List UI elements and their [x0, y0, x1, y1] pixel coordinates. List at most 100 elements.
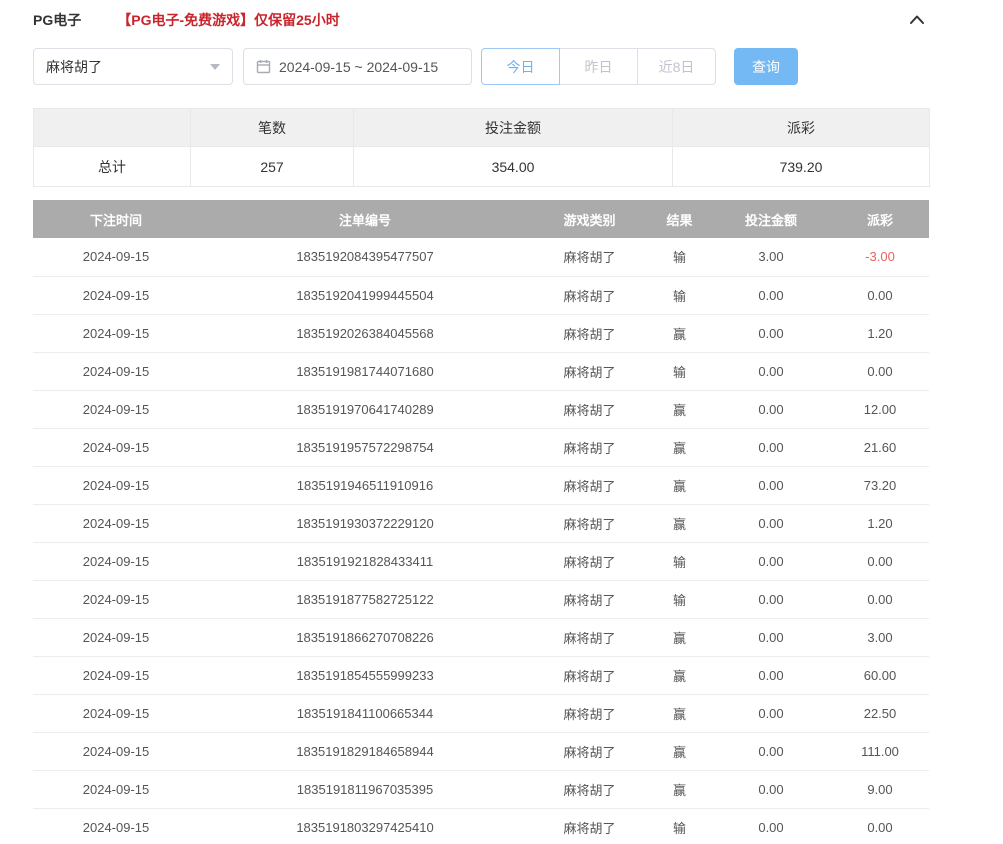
payout: 0.00 [831, 276, 929, 314]
order-id: 1835191803297425410 [199, 808, 531, 844]
bet-time: 2024-09-15 [33, 276, 199, 314]
col-header-order-id: 注单编号 [199, 200, 531, 238]
quick-button-last-8-days[interactable]: 近8日 [637, 48, 716, 85]
panel-title: PG电子 [33, 10, 81, 30]
result: 输 [648, 808, 711, 844]
result: 输 [648, 352, 711, 390]
bet-amount: 0.00 [711, 808, 831, 844]
bet-time: 2024-09-15 [33, 542, 199, 580]
game-type: 麻将胡了 [531, 618, 648, 656]
payout: 22.50 [831, 694, 929, 732]
bet-time: 2024-09-15 [33, 656, 199, 694]
table-row: 2024-09-151835191946511910916麻将胡了赢0.0073… [33, 466, 929, 504]
table-row: 2024-09-151835192084395477507麻将胡了输3.00-3… [33, 238, 929, 276]
result: 赢 [648, 618, 711, 656]
bet-amount: 0.00 [711, 390, 831, 428]
bet-time: 2024-09-15 [33, 770, 199, 808]
result: 赢 [648, 466, 711, 504]
game-type: 麻将胡了 [531, 732, 648, 770]
game-type: 麻将胡了 [531, 542, 648, 580]
game-select-value: 麻将胡了 [46, 57, 102, 77]
result: 赢 [648, 770, 711, 808]
order-id: 1835191946511910916 [199, 466, 531, 504]
col-header-payout: 派彩 [831, 200, 929, 238]
result: 输 [648, 542, 711, 580]
summary-table: 笔数 投注金额 派彩 总计 257 354.00 739.20 [33, 108, 930, 187]
records-body: 2024-09-151835192084395477507麻将胡了输3.00-3… [33, 238, 929, 844]
bet-time: 2024-09-15 [33, 694, 199, 732]
filter-bar: 麻将胡了 2024-09-15 ~ 2024-09-15 今日 昨日 近8日 查… [33, 48, 929, 85]
search-button[interactable]: 查询 [734, 48, 798, 85]
game-type: 麻将胡了 [531, 276, 648, 314]
table-row: 2024-09-151835192026384045568麻将胡了赢0.001.… [33, 314, 929, 352]
bet-time: 2024-09-15 [33, 352, 199, 390]
table-row: 2024-09-151835191829184658944麻将胡了赢0.0011… [33, 732, 929, 770]
order-id: 1835191877582725122 [199, 580, 531, 618]
bet-amount: 0.00 [711, 466, 831, 504]
payout: 0.00 [831, 542, 929, 580]
table-row: 2024-09-151835191841100665344麻将胡了赢0.0022… [33, 694, 929, 732]
bet-amount: 0.00 [711, 276, 831, 314]
order-id: 1835191854555999233 [199, 656, 531, 694]
game-type: 麻将胡了 [531, 238, 648, 276]
bet-amount: 3.00 [711, 238, 831, 276]
table-row: 2024-09-151835191921828433411麻将胡了输0.000.… [33, 542, 929, 580]
payout: 1.20 [831, 314, 929, 352]
bet-amount: 0.00 [711, 542, 831, 580]
table-row: 2024-09-151835191957572298754麻将胡了赢0.0021… [33, 428, 929, 466]
payout: 3.00 [831, 618, 929, 656]
bet-time: 2024-09-15 [33, 466, 199, 504]
payout: 60.00 [831, 656, 929, 694]
table-row: 2024-09-151835191854555999233麻将胡了赢0.0060… [33, 656, 929, 694]
game-type: 麻将胡了 [531, 390, 648, 428]
order-id: 1835191957572298754 [199, 428, 531, 466]
quick-button-today[interactable]: 今日 [481, 48, 560, 85]
calendar-icon [256, 59, 271, 74]
panel-notice: 【PG电子-免费游戏】仅保留25小时 [117, 10, 339, 30]
quick-button-yesterday[interactable]: 昨日 [559, 48, 638, 85]
order-id: 1835192084395477507 [199, 238, 531, 276]
pg-records-panel: PG电子 【PG电子-免费游戏】仅保留25小时 麻将胡了 2024-09-15 … [33, 0, 929, 844]
bet-time: 2024-09-15 [33, 504, 199, 542]
game-type: 麻将胡了 [531, 352, 648, 390]
order-id: 1835191829184658944 [199, 732, 531, 770]
bet-amount: 0.00 [711, 580, 831, 618]
bet-time: 2024-09-15 [33, 580, 199, 618]
bet-amount: 0.00 [711, 694, 831, 732]
col-header-game-type: 游戏类别 [531, 200, 648, 238]
summary-total-label: 总计 [34, 147, 191, 187]
order-id: 1835191970641740289 [199, 390, 531, 428]
order-id: 1835191866270708226 [199, 618, 531, 656]
payout: 1.20 [831, 504, 929, 542]
payout: 0.00 [831, 580, 929, 618]
summary-header-row: 笔数 投注金额 派彩 [34, 109, 930, 147]
bet-time: 2024-09-15 [33, 618, 199, 656]
bet-amount: 0.00 [711, 352, 831, 390]
game-select[interactable]: 麻将胡了 [33, 48, 233, 85]
result: 赢 [648, 428, 711, 466]
collapse-chevron-up-icon[interactable] [905, 10, 929, 29]
result: 赢 [648, 314, 711, 352]
result: 赢 [648, 504, 711, 542]
bet-time: 2024-09-15 [33, 808, 199, 844]
bet-amount: 0.00 [711, 314, 831, 352]
game-type: 麻将胡了 [531, 656, 648, 694]
result: 赢 [648, 390, 711, 428]
result: 赢 [648, 732, 711, 770]
game-type: 麻将胡了 [531, 580, 648, 618]
bet-amount: 0.00 [711, 732, 831, 770]
date-range-input[interactable]: 2024-09-15 ~ 2024-09-15 [243, 48, 472, 85]
table-row: 2024-09-151835191981744071680麻将胡了输0.000.… [33, 352, 929, 390]
bet-amount: 0.00 [711, 656, 831, 694]
records-header-row: 下注时间 注单编号 游戏类别 结果 投注金额 派彩 [33, 200, 929, 238]
summary-header-bet-amount: 投注金额 [354, 109, 673, 147]
summary-header-blank [34, 109, 191, 147]
order-id: 1835191921828433411 [199, 542, 531, 580]
bet-amount: 0.00 [711, 770, 831, 808]
col-header-bet-time: 下注时间 [33, 200, 199, 238]
payout: 73.20 [831, 466, 929, 504]
chevron-down-icon [210, 64, 220, 70]
game-type: 麻将胡了 [531, 428, 648, 466]
bet-time: 2024-09-15 [33, 732, 199, 770]
table-row: 2024-09-151835191970641740289麻将胡了赢0.0012… [33, 390, 929, 428]
